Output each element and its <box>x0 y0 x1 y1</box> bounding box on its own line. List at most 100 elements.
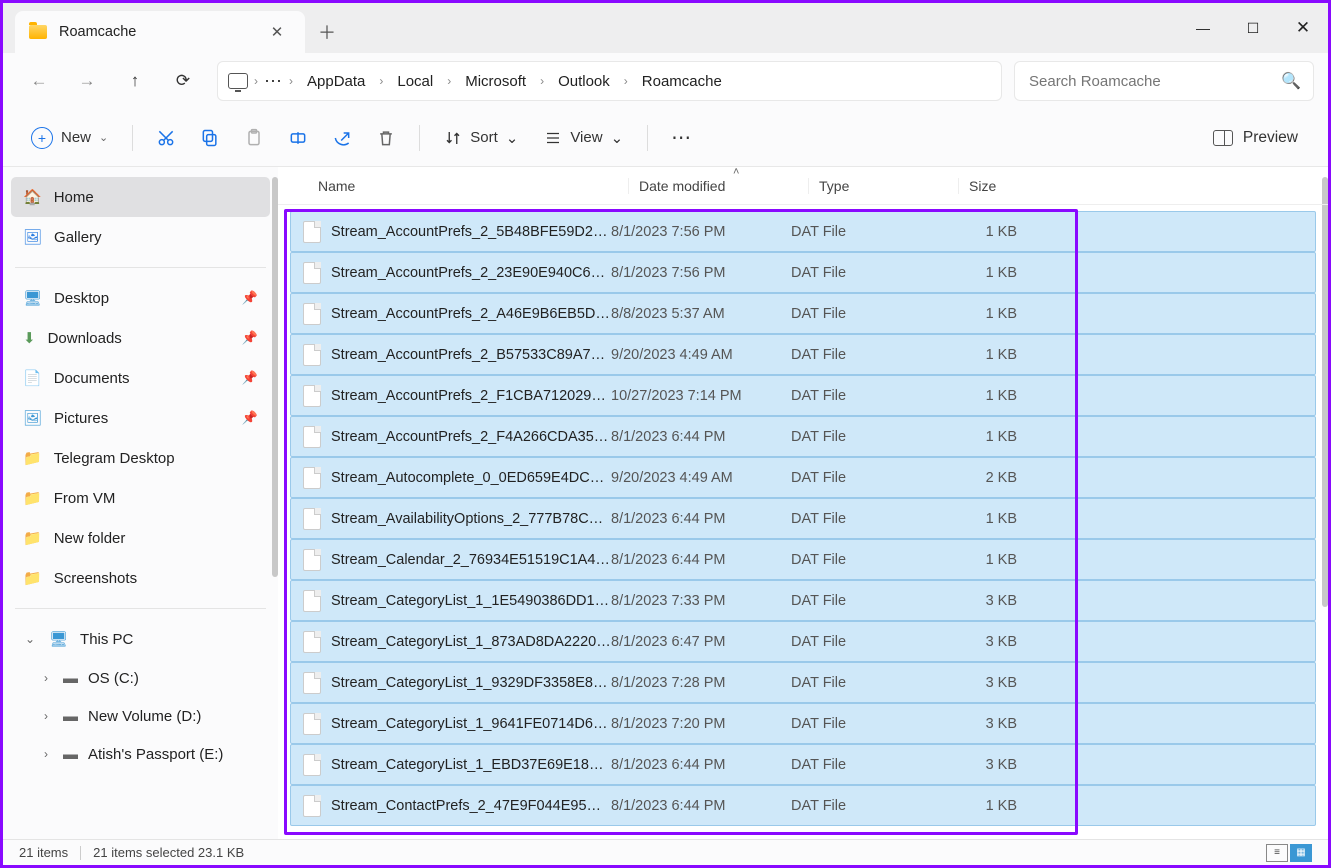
paste-button[interactable] <box>235 119 273 157</box>
file-size: 3 KB <box>941 634 1031 650</box>
pc-icon[interactable] <box>228 73 248 89</box>
share-button[interactable] <box>323 119 361 157</box>
folder-icon: 🖼 <box>23 409 42 427</box>
new-tab-button[interactable]: ＋ <box>305 11 349 53</box>
search-box[interactable]: 🔍 <box>1014 61 1314 101</box>
close-tab-icon[interactable]: ✕ <box>263 23 291 41</box>
sidebar-label: New folder <box>54 530 126 547</box>
chevron-right-icon[interactable]: › <box>39 747 53 761</box>
file-row[interactable]: Stream_CategoryList_1_9329DF3358E801... … <box>290 662 1316 703</box>
pin-icon[interactable]: 📌 <box>242 370 258 386</box>
breadcrumb-item[interactable]: Local <box>389 69 441 94</box>
file-name: Stream_ContactPrefs_2_47E9F044E95CA0... <box>331 798 611 814</box>
search-input[interactable] <box>1029 73 1299 90</box>
sidebar-quick-item[interactable]: 🖼 Pictures 📌 <box>11 398 270 438</box>
file-row[interactable]: Stream_AccountPrefs_2_F4A266CDA355E... 8… <box>290 416 1316 457</box>
col-date[interactable]: Date modified <box>628 178 808 194</box>
file-row[interactable]: Stream_AccountPrefs_2_F1CBA71202957... 1… <box>290 375 1316 416</box>
sidebar-thispc[interactable]: ⌄ 🖥 This PC <box>11 619 270 659</box>
file-name: Stream_Autocomplete_0_0ED659E4DCE5... <box>331 470 611 486</box>
file-row[interactable]: Stream_CategoryList_1_9641FE0714D609... … <box>290 703 1316 744</box>
active-tab[interactable]: Roamcache ✕ <box>15 11 305 53</box>
sort-label: Sort <box>470 129 498 146</box>
pin-icon[interactable]: 📌 <box>242 290 258 306</box>
sidebar-quick-item[interactable]: 📁 Screenshots <box>11 558 270 598</box>
up-button[interactable]: ↑ <box>113 61 157 101</box>
file-type: DAT File <box>791 798 941 814</box>
file-row[interactable]: Stream_AccountPrefs_2_A46E9B6EB5DB2... 8… <box>290 293 1316 334</box>
col-size[interactable]: Size <box>958 178 1058 194</box>
new-button[interactable]: + New ⌄ <box>21 119 118 157</box>
sidebar-home[interactable]: 🏠 Home <box>11 177 270 217</box>
pin-icon[interactable]: 📌 <box>242 410 258 426</box>
forward-button[interactable]: → <box>65 61 109 101</box>
view-button[interactable]: View ⌄ <box>534 129 633 147</box>
file-row[interactable]: Stream_AccountPrefs_2_23E90E940C61A... 8… <box>290 252 1316 293</box>
file-date: 8/1/2023 6:44 PM <box>611 757 791 773</box>
file-date: 8/1/2023 6:44 PM <box>611 798 791 814</box>
sidebar-label: Home <box>54 189 94 206</box>
tiles-view-button[interactable]: ▦ <box>1290 844 1312 862</box>
sidebar-drive-item[interactable]: › ▬ Atish's Passport (E:) <box>11 735 270 773</box>
overflow-icon[interactable]: ⋯ <box>264 71 283 92</box>
sidebar-label: Telegram Desktop <box>54 450 175 467</box>
file-size: 1 KB <box>941 798 1031 814</box>
delete-button[interactable] <box>367 119 405 157</box>
file-list[interactable]: Stream_AccountPrefs_2_5B48BFE59D2DD... 8… <box>278 205 1328 839</box>
file-row[interactable]: Stream_Autocomplete_0_0ED659E4DCE5... 9/… <box>290 457 1316 498</box>
breadcrumb-item[interactable]: Microsoft <box>457 69 534 94</box>
sidebar-quick-item[interactable]: ⬇ Downloads 📌 <box>11 318 270 358</box>
sidebar-quick-item[interactable]: 📁 Telegram Desktop <box>11 438 270 478</box>
breadcrumb-item[interactable]: AppData <box>299 69 373 94</box>
breadcrumb-item[interactable]: Outlook <box>550 69 618 94</box>
file-size: 1 KB <box>941 388 1031 404</box>
more-button[interactable]: ⋯ <box>662 119 700 157</box>
sidebar: 🏠 Home 🖼 Gallery 🖥 Desktop 📌⬇ Downloads … <box>3 167 278 839</box>
back-button[interactable]: ← <box>17 61 61 101</box>
sidebar-quick-item[interactable]: 📄 Documents 📌 <box>11 358 270 398</box>
pin-icon[interactable]: 📌 <box>242 330 258 346</box>
sidebar-quick-item[interactable]: 📁 New folder <box>11 518 270 558</box>
sidebar-quick-item[interactable]: 📁 From VM <box>11 478 270 518</box>
col-name[interactable]: Name <box>318 178 628 194</box>
minimize-button[interactable]: ― <box>1178 3 1228 53</box>
file-row[interactable]: Stream_AccountPrefs_2_B57533C89A728... 9… <box>290 334 1316 375</box>
sidebar-drive-item[interactable]: › ▬ New Volume (D:) <box>11 697 270 735</box>
new-label: New <box>61 129 91 146</box>
rename-button[interactable] <box>279 119 317 157</box>
folder-icon: ⬇ <box>23 329 36 347</box>
maximize-button[interactable]: ☐ <box>1228 3 1278 53</box>
file-icon <box>303 713 321 735</box>
folder-icon: 📁 <box>23 569 42 587</box>
preview-button[interactable]: Preview <box>1201 129 1310 147</box>
copy-button[interactable] <box>191 119 229 157</box>
sidebar-quick-item[interactable]: 🖥 Desktop 📌 <box>11 278 270 318</box>
file-row[interactable]: Stream_Calendar_2_76934E51519C1A4EA... 8… <box>290 539 1316 580</box>
file-icon <box>303 672 321 694</box>
col-type[interactable]: Type <box>808 178 958 194</box>
details-view-button[interactable]: ≡ <box>1266 844 1288 862</box>
sidebar-gallery[interactable]: 🖼 Gallery <box>11 217 270 257</box>
chevron-right-icon: › <box>624 74 628 88</box>
file-size: 3 KB <box>941 716 1031 732</box>
file-date: 8/1/2023 6:44 PM <box>611 429 791 445</box>
file-row[interactable]: Stream_CategoryList_1_873AD8DA2220E... 8… <box>290 621 1316 662</box>
chevron-down-icon: ⌄ <box>99 131 108 144</box>
refresh-button[interactable]: ⟳ <box>161 61 205 101</box>
sidebar-drive-item[interactable]: › ▬ OS (C:) <box>11 659 270 697</box>
breadcrumb[interactable]: › ⋯ › AppData › Local › Microsoft › Outl… <box>217 61 1002 101</box>
file-row[interactable]: Stream_CategoryList_1_EBD37E69E185B6... … <box>290 744 1316 785</box>
chevron-down-icon[interactable]: ⌄ <box>23 632 37 646</box>
file-row[interactable]: Stream_CategoryList_1_1E5490386DD152... … <box>290 580 1316 621</box>
close-window-button[interactable]: ✕ <box>1278 3 1328 53</box>
cut-button[interactable] <box>147 119 185 157</box>
sort-button[interactable]: Sort ⌄ <box>434 129 528 147</box>
file-icon <box>303 426 321 448</box>
file-name: Stream_CategoryList_1_EBD37E69E185B6... <box>331 757 611 773</box>
file-row[interactable]: Stream_ContactPrefs_2_47E9F044E95CA0... … <box>290 785 1316 826</box>
breadcrumb-item[interactable]: Roamcache <box>634 69 730 94</box>
file-row[interactable]: Stream_AccountPrefs_2_5B48BFE59D2DD... 8… <box>290 211 1316 252</box>
chevron-right-icon[interactable]: › <box>39 671 53 685</box>
chevron-right-icon[interactable]: › <box>39 709 53 723</box>
file-row[interactable]: Stream_AvailabilityOptions_2_777B78CE0..… <box>290 498 1316 539</box>
